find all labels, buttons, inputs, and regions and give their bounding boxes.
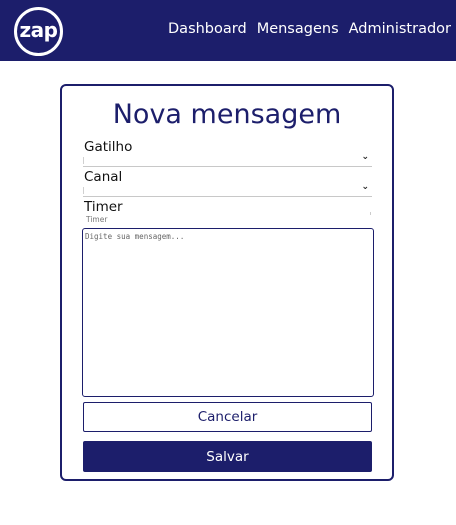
zap-logo[interactable]: zap xyxy=(14,7,63,56)
timer-field-edge xyxy=(370,212,371,215)
cancel-button[interactable]: Cancelar xyxy=(83,402,372,432)
timer-input[interactable] xyxy=(83,213,372,227)
message-textarea[interactable] xyxy=(82,228,374,397)
nav-administrador-link[interactable]: Administrador xyxy=(349,21,451,37)
gatilho-select[interactable]: ⌄ xyxy=(83,149,372,167)
logo-text: zap xyxy=(19,18,58,42)
page-title: Nova mensagem xyxy=(112,99,342,130)
new-message-card: Nova mensagem Gatilho ⌄ Canal ⌄ Timer Ca… xyxy=(60,84,394,481)
canal-select[interactable]: ⌄ xyxy=(83,179,372,197)
save-button[interactable]: Salvar xyxy=(83,441,372,472)
nav-links: Dashboard Mensagens Administrador xyxy=(168,21,451,37)
chevron-down-icon: ⌄ xyxy=(361,182,369,192)
top-navbar: zap Dashboard Mensagens Administrador xyxy=(0,0,456,61)
select-edge xyxy=(83,157,84,164)
nav-dashboard-link[interactable]: Dashboard xyxy=(168,21,247,37)
chevron-down-icon: ⌄ xyxy=(361,152,369,162)
nav-mensagens-link[interactable]: Mensagens xyxy=(257,21,339,37)
select-edge xyxy=(83,187,84,194)
